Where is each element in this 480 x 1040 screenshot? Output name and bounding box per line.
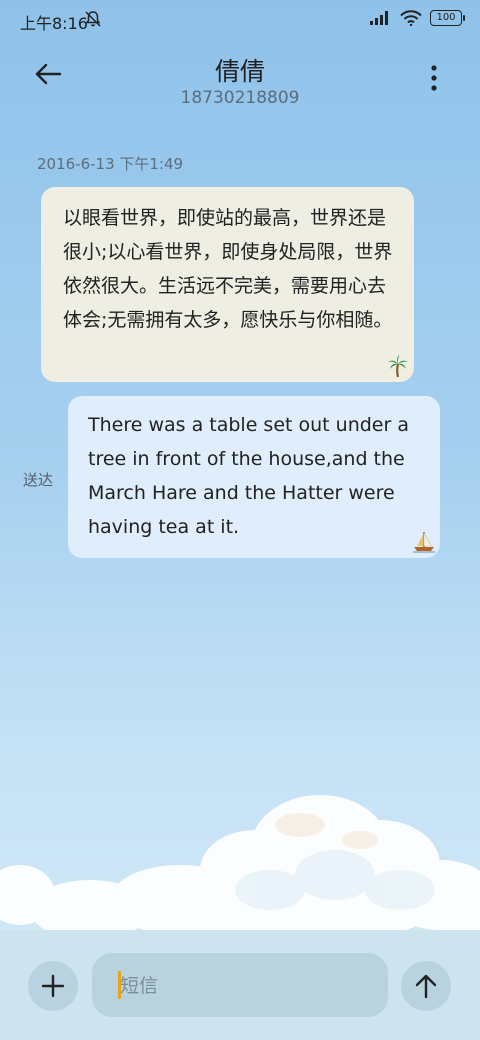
text-cursor	[118, 971, 121, 999]
delivery-status: 送达	[23, 471, 54, 489]
composer-bar	[0, 930, 480, 1040]
message-input-container[interactable]	[92, 953, 388, 1017]
send-button[interactable]	[401, 961, 451, 1011]
signal-icon	[370, 11, 388, 25]
message-input[interactable]	[118, 971, 372, 1001]
contact-name: 倩倩	[214, 57, 265, 86]
wifi-icon	[400, 10, 422, 26]
incoming-message-text: 以眼看世界，即使站的最高，世界还是很小;以心看世界，即使身处局限，世界依然很大。…	[63, 207, 393, 331]
attach-button[interactable]	[28, 961, 78, 1011]
sailboat-icon	[413, 532, 435, 553]
contact-number: 18730218809	[180, 88, 300, 108]
message-timestamp: 2016-6-13 下午1:49	[37, 155, 184, 173]
status-bar: 上午8:16 100	[0, 0, 480, 40]
incoming-message-bubble[interactable]: 以眼看世界，即使站的最高，世界还是很小;以心看世界，即使身处局限，世界依然很大。…	[41, 187, 414, 382]
clouds-background-image	[0, 795, 480, 940]
more-options-icon[interactable]	[422, 56, 446, 96]
outgoing-message-bubble[interactable]: There was a table set out under a tree i…	[68, 396, 440, 558]
palm-tree-icon	[388, 355, 408, 378]
status-time: 上午8:16	[20, 14, 88, 33]
plus-icon	[41, 974, 65, 998]
mute-icon	[85, 11, 101, 27]
conversation-header: 倩倩 18730218809	[0, 46, 480, 116]
arrow-up-icon	[415, 974, 437, 999]
outgoing-message-text: There was a table set out under a tree i…	[88, 414, 409, 538]
battery-indicator: 100	[430, 10, 465, 26]
